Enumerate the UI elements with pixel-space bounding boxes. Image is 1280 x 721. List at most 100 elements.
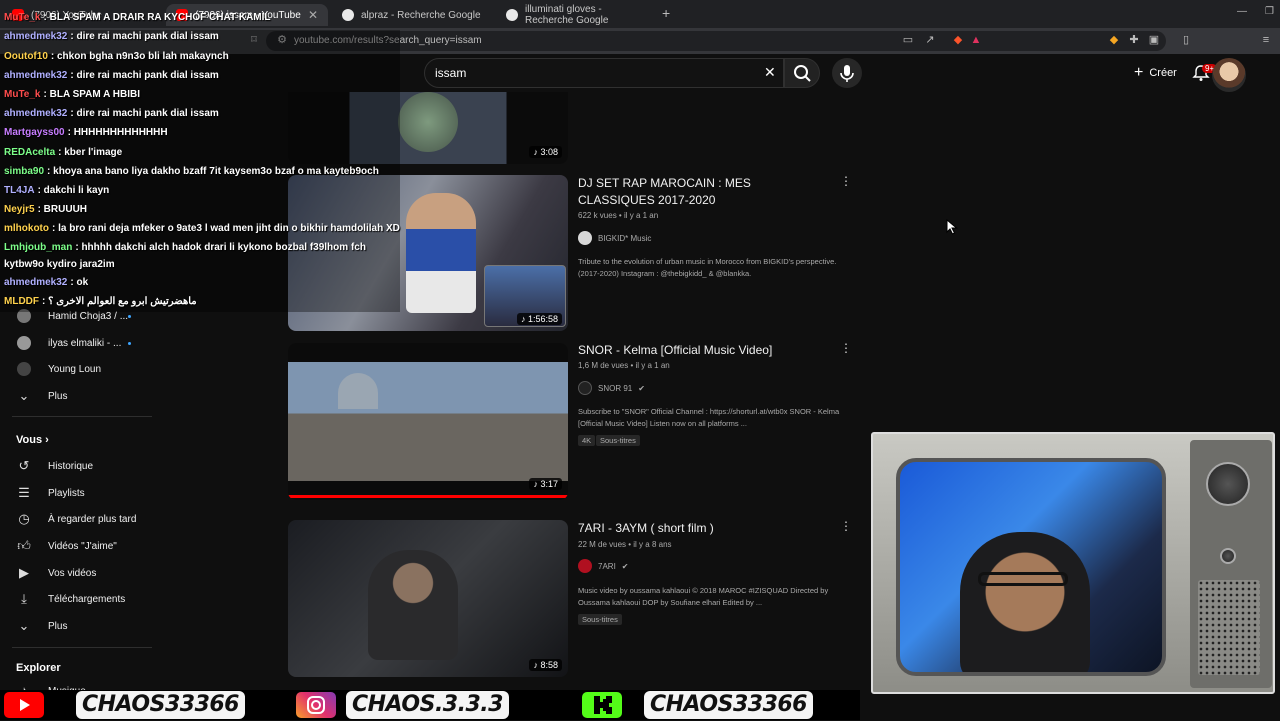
channel-link[interactable]: 7ARI ✔ — [578, 559, 629, 573]
verified-icon: ✔ — [638, 383, 645, 393]
chat-text: : la bro rani deja mfeker o 9ate3 l wad … — [52, 223, 400, 234]
chat-username: ahmedmek32 — [4, 70, 68, 81]
url-field[interactable]: youtube.com/results?search_query=issam — [266, 31, 1166, 51]
sidebar-toggle-icon[interactable]: ▯ — [1180, 34, 1192, 46]
chat-text: : BLA SPAM A HBIBI — [43, 89, 140, 100]
sidebar-subscription[interactable]: Young Loun — [0, 356, 150, 382]
sidebar-item-watch-later[interactable]: ◷ À regarder plus tard — [0, 506, 150, 532]
thumbs-up-icon: 👍︎ — [17, 538, 31, 553]
sidebar-divider — [12, 647, 152, 648]
duration-badge: ♪ 3:17 — [529, 478, 562, 490]
subtitles-badge: Sous-titres — [578, 614, 622, 625]
chat-text: : hhhhh dakchi alch hadok drari li kykon… — [75, 242, 366, 253]
video-thumbnail[interactable]: ♪ 3:17 — [288, 343, 568, 500]
chat-text: : khoya ana bano liya dakho bzaff 7it ka… — [47, 166, 379, 177]
minimize-icon[interactable]: — — [1237, 6, 1247, 17]
social-handle: CHAOS33366 — [644, 691, 813, 719]
brave-shield-icon[interactable]: ◆ — [952, 34, 964, 46]
chat-text: : chkon bgha n9n3o bli lah makaynch — [50, 51, 229, 62]
chat-text: : HHHHHHHHHHHHH — [67, 127, 168, 138]
youtube-logo-icon — [4, 692, 44, 718]
channel-avatar — [578, 381, 592, 395]
video-title[interactable]: SNOR - Kelma [Official Music Video] — [578, 342, 828, 359]
google-icon — [506, 9, 518, 21]
close-tab-icon[interactable]: ✕ — [308, 8, 318, 22]
video-title[interactable]: DJ SET RAP MAROCAIN : MES CLASSIQUES 201… — [578, 175, 828, 209]
chat-message: ahmedmek32: dire rai machi pank dial iss… — [4, 70, 219, 81]
video-description: Music video by oussama kahlaoui © 2018 M… — [578, 586, 829, 607]
video-title[interactable]: 7ARI - 3AYM ( short film ) — [578, 520, 828, 537]
mouse-cursor-icon — [946, 219, 958, 235]
voice-search-button[interactable] — [832, 58, 862, 88]
new-tab-icon[interactable]: + — [662, 5, 670, 21]
wallet-icon[interactable]: ▣ — [1148, 34, 1160, 46]
sidebar-item-liked[interactable]: 👍︎ Vidéos "J'aime" — [0, 533, 150, 559]
tv-speaker-grille — [1198, 580, 1260, 675]
chat-username: Ooutof10 — [4, 51, 48, 62]
channel-avatar — [578, 559, 592, 573]
new-content-dot — [128, 341, 131, 345]
tv-dial-knob — [1206, 462, 1250, 506]
create-button[interactable]: + Créer — [1124, 60, 1187, 86]
window-controls: — ❐ — [1237, 6, 1274, 17]
sidebar-divider — [12, 416, 152, 417]
chat-text: : dire rai machi pank dial issam — [70, 108, 219, 119]
chevron-right-icon: › — [45, 434, 49, 446]
browser-tab[interactable]: illuminati gloves - Recherche Google — [496, 4, 658, 26]
search-button[interactable] — [784, 58, 820, 88]
search-input[interactable]: issam — [424, 58, 784, 88]
account-avatar[interactable] — [1212, 58, 1246, 92]
webcam-person — [960, 532, 1090, 672]
chat-text: : kber l'image — [58, 147, 123, 158]
sidebar-item-history[interactable]: ↺ Historique — [0, 453, 150, 479]
video-icon: ▶ — [19, 565, 29, 580]
sidebar-item-playlists[interactable]: ☰ Playlists — [0, 480, 150, 506]
kick-logo-icon — [582, 692, 622, 718]
extension-icon[interactable]: ◆ — [1108, 34, 1120, 46]
install-icon[interactable]: ▭ — [902, 34, 914, 46]
play-icon — [20, 699, 30, 711]
browser-tab[interactable]: alpraz - Recherche Google — [332, 4, 494, 26]
chat-message: Martgayss00: HHHHHHHHHHHHH — [4, 127, 168, 138]
chat-username: MLDDF — [4, 296, 39, 307]
chat-text: : dire rai machi pank dial issam — [70, 31, 219, 42]
glasses — [978, 572, 1068, 586]
brave-rewards-icon[interactable]: ▲ — [970, 34, 982, 46]
mic-icon — [840, 65, 854, 82]
social-handle: CHAOS.3.3.3 — [346, 691, 509, 719]
chat-username: TL4JA — [4, 185, 35, 196]
more-actions-icon[interactable]: ⋮ — [840, 175, 852, 187]
sidebar-you-heading[interactable]: Vous › — [16, 434, 49, 446]
sidebar-show-more[interactable]: ⌄ Plus — [0, 613, 150, 639]
channel-link[interactable]: BIGKID* Music — [578, 231, 651, 245]
sidebar-show-more[interactable]: ⌄ Plus — [0, 383, 150, 409]
k-icon — [594, 696, 612, 714]
camera-icon — [307, 696, 325, 714]
thumbnail-art — [398, 92, 458, 152]
video-thumbnail[interactable]: ♪ 8:58 — [288, 520, 568, 677]
chat-text: : BRUUUH — [37, 204, 88, 215]
sidebar-subscription[interactable]: ilyas elmaliki - ... — [0, 330, 150, 356]
share-icon[interactable]: ↗ — [924, 34, 936, 46]
chat-message: REDAcelta: kber l'image — [4, 147, 122, 158]
webcam-feed — [896, 458, 1166, 676]
4k-badge: 4K — [578, 435, 596, 446]
chat-message: ahmedmek32: ok — [4, 277, 88, 288]
more-actions-icon[interactable]: ⋮ — [840, 520, 852, 532]
chat-message: Neyjr5: BRUUUH — [4, 204, 87, 215]
chat-message: simba90: khoya ana bano liya dakho bzaff… — [4, 166, 379, 177]
menu-icon[interactable]: ≡ — [1260, 34, 1272, 46]
chat-text: : BLA SPAM A DRAIR RA KYCHOF CHAT KAMIL — [43, 12, 271, 23]
maximize-icon[interactable]: ❐ — [1265, 6, 1274, 17]
download-icon: ⤓ — [21, 591, 27, 606]
extensions-icon[interactable]: ✚ — [1128, 34, 1140, 46]
playlists-icon: ☰ — [18, 485, 30, 500]
chat-message: TL4JA: dakchi li kayn — [4, 185, 109, 196]
chevron-down-icon: ⌄ — [18, 388, 30, 403]
more-actions-icon[interactable]: ⋮ — [840, 342, 852, 354]
clear-search-icon[interactable]: ✕ — [764, 64, 776, 81]
sidebar-item-your-videos[interactable]: ▶ Vos vidéos — [0, 560, 150, 586]
channel-link[interactable]: SNOR 91 ✔ — [578, 381, 645, 395]
sidebar-item-downloads[interactable]: ⤓ Téléchargements — [0, 586, 150, 612]
chevron-down-icon: ⌄ — [18, 618, 30, 633]
